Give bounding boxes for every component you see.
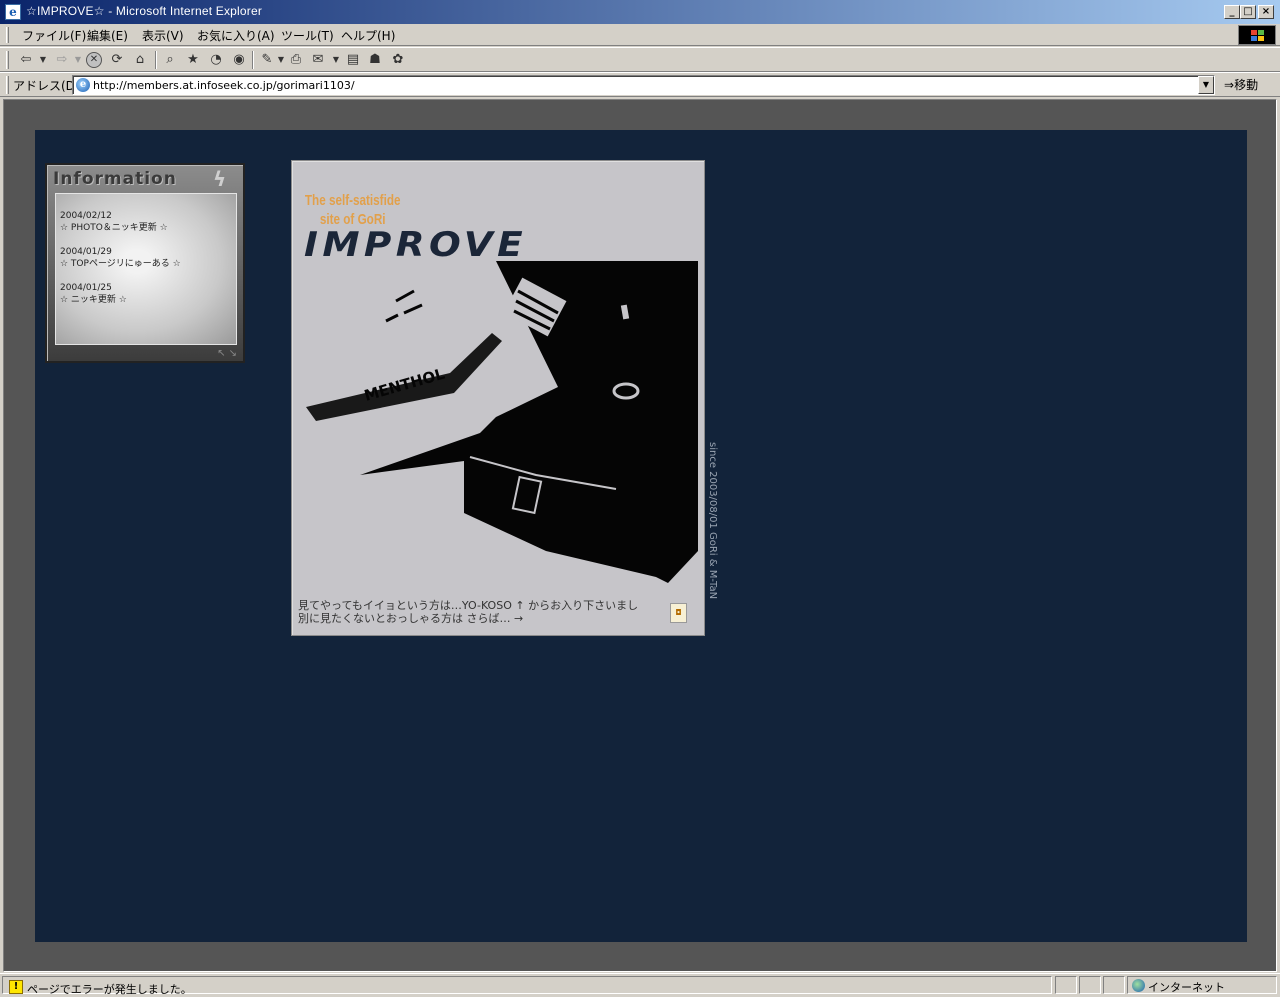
lightning-icon: ϟ: [213, 167, 227, 191]
ie-icon[interactable]: e: [5, 4, 21, 20]
back-dropdown-icon[interactable]: ▼: [38, 51, 48, 69]
messenger-icon[interactable]: ☗: [366, 51, 384, 69]
status-message: ページでエラーが発生しました。: [27, 983, 192, 996]
menu-favorites[interactable]: お気に入り(A): [193, 27, 279, 44]
address-dropdown-icon[interactable]: ▼: [1198, 76, 1214, 94]
news-item: 2004/01/29 ☆ TOPページリにゅーある ☆: [60, 246, 181, 270]
greeting-text: 見てやってもイイョという方は…YO-KOSO ↑ からお入り下さいまし 別に見た…: [298, 599, 668, 625]
minimize-button[interactable]: _: [1224, 5, 1240, 19]
news-text[interactable]: ☆ TOPページリにゅーある ☆: [60, 258, 181, 270]
go-arrow-icon: ⇒: [1224, 78, 1235, 92]
info-title: Information: [53, 169, 177, 189]
toolbar-grip[interactable]: [6, 51, 9, 69]
status-cell: [1103, 976, 1125, 994]
menu-bar: ファイル(F) 編集(E) 表示(V) お気に入り(A) ツール(T) ヘルプ(…: [0, 24, 1280, 46]
main-frame: The self-satisfide site of GoRi IMPROVE …: [291, 160, 705, 636]
since-label: since 2003/08/01 GoRi & M-TaN: [707, 442, 718, 600]
forward-icon[interactable]: ⇨: [52, 51, 72, 69]
home-icon[interactable]: ⌂: [131, 51, 149, 69]
news-text[interactable]: ☆ ニッキ更新 ☆: [60, 294, 127, 306]
edit-dropdown-icon[interactable]: ▼: [276, 51, 286, 69]
news-item: 2004/01/25 ☆ ニッキ更新 ☆: [60, 282, 127, 306]
window-title: ☆IMPROVE☆ - Microsoft Internet Explorer: [26, 4, 263, 18]
status-bar: ! ページでエラーが発生しました。 インターネット: [0, 973, 1280, 996]
toolbar-grip[interactable]: [6, 76, 9, 94]
news-item: 2004/02/12 ☆ PHOTO＆ニッキ更新 ☆: [60, 210, 168, 234]
research-icon[interactable]: ✿: [389, 51, 407, 69]
mail-dropdown-icon[interactable]: ▼: [331, 51, 341, 69]
favorites-icon[interactable]: ★: [184, 51, 202, 69]
search-icon[interactable]: ⌕: [161, 51, 179, 69]
history-icon[interactable]: ◔: [207, 51, 225, 69]
news-date: 2004/01/25: [60, 283, 112, 293]
print-icon[interactable]: ⎙: [287, 51, 305, 69]
toolbar-grip[interactable]: [6, 27, 9, 43]
menu-help[interactable]: ヘルプ(H): [337, 27, 399, 44]
go-label: 移動: [1234, 78, 1259, 92]
forward-dropdown-icon[interactable]: ▼: [73, 51, 83, 69]
title-bar: e ☆IMPROVE☆ - Microsoft Internet Explore…: [0, 0, 1280, 24]
site-badge-icon[interactable]: ◘: [670, 603, 687, 623]
resize-arrows-icon: ↖ ↘: [217, 348, 237, 359]
news-date: 2004/02/12: [60, 211, 112, 221]
menu-tools[interactable]: ツール(T): [277, 27, 338, 44]
close-button[interactable]: ×: [1258, 5, 1274, 19]
media-icon[interactable]: ◉: [230, 51, 248, 69]
info-content[interactable]: 2004/02/12 ☆ PHOTO＆ニッキ更新 ☆ 2004/01/29 ☆ …: [55, 193, 237, 345]
menu-edit[interactable]: 編集(E): [83, 27, 132, 44]
leave-message[interactable]: 別に見たくないとおっしゃる方は さらば… →: [298, 612, 668, 625]
mail-icon[interactable]: ✉: [309, 51, 327, 69]
address-bar: アドレス(D) e http://members.at.infoseek.co.…: [0, 72, 1280, 97]
globe-icon: [1132, 979, 1145, 992]
status-cell: [1055, 976, 1077, 994]
address-input[interactable]: e http://members.at.infoseek.co.jp/gorim…: [72, 75, 1215, 95]
go-button[interactable]: ⇒移動: [1224, 76, 1258, 93]
news-date: 2004/01/29: [60, 247, 112, 257]
news-text[interactable]: ☆ PHOTO＆ニッキ更新 ☆: [60, 222, 168, 234]
status-message-cell[interactable]: ! ページでエラーが発生しました。: [2, 976, 1052, 996]
standard-toolbar: ⇦ ▼ ⇨ ▼ ✕ ⟳ ⌂ ⌕ ★ ◔ ◉ ✎ ▼ ⎙ ✉ ▼ ▤ ☗ ✿: [0, 47, 1280, 72]
menu-file[interactable]: ファイル(F): [18, 27, 90, 44]
tagline: The self-satisfide site of GoRi: [304, 192, 401, 228]
zone-label: インターネット: [1148, 981, 1225, 994]
status-cell: [1079, 976, 1101, 994]
windows-logo-icon: [1238, 25, 1276, 45]
address-label: アドレス(D): [13, 79, 80, 93]
menu-view[interactable]: 表示(V): [138, 27, 188, 44]
zone-cell[interactable]: インターネット: [1127, 976, 1277, 994]
address-url[interactable]: http://members.at.infoseek.co.jp/gorimar…: [93, 79, 355, 92]
maximize-button[interactable]: □: [1240, 5, 1256, 19]
back-icon[interactable]: ⇦: [16, 51, 36, 69]
enter-message[interactable]: 見てやってもイイョという方は…YO-KOSO ↑ からお入り下さいまし: [298, 599, 668, 612]
edit-icon[interactable]: ✎: [258, 51, 276, 69]
lighter-photo[interactable]: MENTHOL: [296, 261, 700, 585]
page-body: Information ϟ 2004/02/12 ☆ PHOTO＆ニッキ更新 ☆…: [35, 130, 1247, 942]
stop-icon[interactable]: ✕: [86, 52, 102, 68]
toolbar-separator: [155, 51, 157, 69]
discuss-icon[interactable]: ▤: [344, 51, 362, 69]
browser-viewport[interactable]: Information ϟ 2004/02/12 ☆ PHOTO＆ニッキ更新 ☆…: [3, 99, 1277, 972]
toolbar-separator: [252, 51, 254, 69]
warning-icon[interactable]: !: [9, 980, 23, 994]
refresh-icon[interactable]: ⟳: [108, 51, 126, 69]
page-icon: e: [76, 78, 90, 92]
information-panel: Information ϟ 2004/02/12 ☆ PHOTO＆ニッキ更新 ☆…: [45, 163, 245, 363]
site-logo: IMPROVE: [304, 225, 528, 265]
